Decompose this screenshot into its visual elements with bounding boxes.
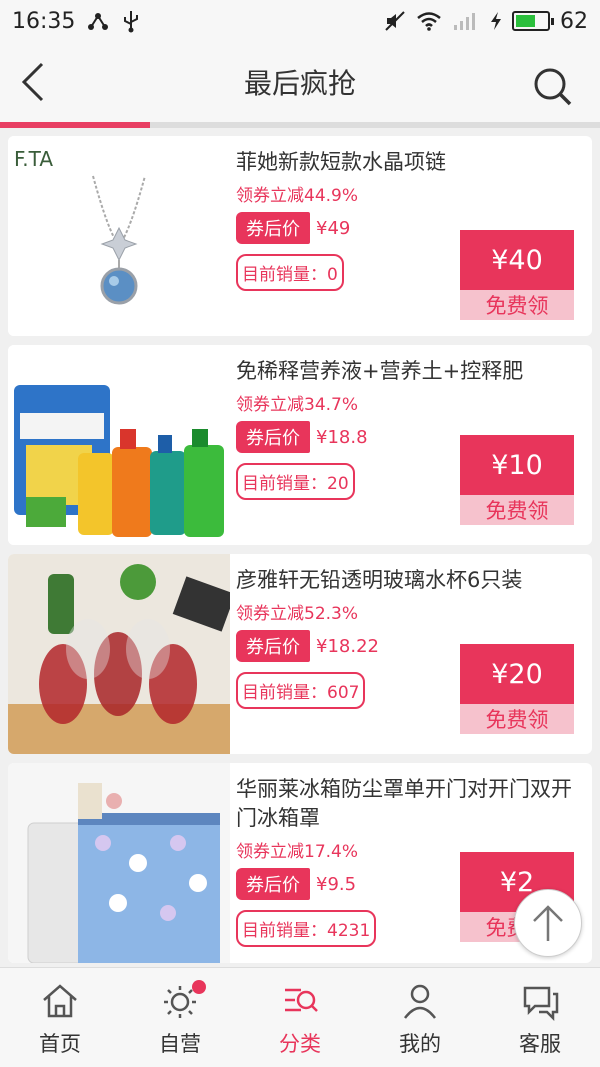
tab-label: 我的 (399, 1032, 441, 1056)
after-coupon-label: 券后价 (236, 421, 310, 453)
after-coupon-price: ¥18.8 (316, 426, 368, 448)
mute-icon (385, 11, 405, 31)
battery-icon (512, 11, 554, 31)
product-image-glass-cups[interactable] (8, 554, 230, 754)
sales-count: 目前销量：20 (236, 463, 355, 500)
product-image-fertilizer[interactable] (8, 345, 230, 545)
tab-mine[interactable]: 我的 (360, 968, 480, 1067)
coupon-discount-text: 领券立减34.7% (236, 395, 359, 415)
coupon-amount: ¥20 (456, 644, 574, 704)
bottom-tab-bar: 首页 自营 分类 我的 客服 (0, 967, 600, 1067)
coupon-discount-text: 领券立减52.3% (236, 604, 359, 624)
sales-count: 目前销量：607 (236, 672, 366, 709)
after-coupon-price: ¥18.22 (316, 635, 379, 657)
tab-label: 客服 (519, 1032, 561, 1056)
product-card[interactable]: 华丽莱冰箱防尘罩单开门对开门双开门冰箱罩 领券立减17.4% 券后价 ¥9.5 … (8, 763, 592, 963)
status-bar: 16:35 62 (0, 0, 600, 42)
coupon-button[interactable]: ¥20 免费领 (456, 644, 574, 734)
back-icon[interactable] (16, 60, 52, 104)
product-image-fridge-cover[interactable] (8, 763, 230, 963)
notification-badge (192, 980, 206, 994)
after-coupon-price: ¥49 (316, 217, 351, 239)
coupon-button[interactable]: ¥10 免费领 (456, 435, 574, 525)
product-card[interactable]: 彦雅轩无铅透明玻璃水杯6只装 领券立减52.3% 券后价 ¥18.22 目前销量… (8, 554, 592, 754)
header: 最后疯抢 (0, 42, 600, 122)
share-icon (88, 13, 109, 30)
scroll-progress-bar (0, 122, 600, 128)
product-image-necklace[interactable]: F.TA (8, 136, 230, 336)
tab-label: 分类 (279, 1032, 321, 1056)
product-title[interactable]: 免稀释营养液+营养土+控释肥 (236, 357, 584, 386)
tab-category[interactable]: 分类 (240, 968, 360, 1067)
after-coupon-label: 券后价 (236, 868, 310, 900)
after-coupon-label: 券后价 (236, 630, 310, 662)
tab-label: 自营 (159, 1032, 201, 1056)
after-coupon-price: ¥9.5 (316, 873, 357, 895)
tab-home[interactable]: 首页 (0, 968, 120, 1067)
brand-logo: F.TA (14, 147, 53, 171)
product-title[interactable]: 菲她新款短款水晶项链 (236, 148, 584, 177)
product-title[interactable]: 华丽莱冰箱防尘罩单开门对开门双开门冰箱罩 (236, 775, 584, 833)
coupon-free-label: 免费领 (460, 290, 574, 320)
coupon-discount-text: 领券立减44.9% (236, 186, 359, 206)
after-coupon-label: 券后价 (236, 212, 310, 244)
user-icon (404, 984, 436, 1019)
arrow-up-icon (533, 905, 563, 941)
tab-label: 首页 (39, 1032, 81, 1056)
charging-icon (491, 12, 501, 30)
coupon-button[interactable]: ¥40 免费领 (456, 230, 574, 320)
signal-icon (454, 13, 475, 30)
coupon-amount: ¥10 (456, 435, 574, 495)
coupon-amount: ¥40 (456, 230, 574, 290)
product-card[interactable]: F.TA 菲她新款短款水晶项链 领券立减44.9% 券后价 ¥49 目前销量：0… (8, 136, 592, 336)
search-icon[interactable] (532, 66, 574, 108)
category-icon (285, 988, 318, 1012)
sales-count: 目前销量：0 (236, 254, 344, 291)
product-card[interactable]: 免稀释营养液+营养土+控释肥 领券立减34.7% 券后价 ¥18.8 目前销量：… (8, 345, 592, 545)
tab-customer-service[interactable]: 客服 (480, 968, 600, 1067)
product-title[interactable]: 彦雅轩无铅透明玻璃水杯6只装 (236, 566, 584, 595)
coupon-free-label: 免费领 (460, 495, 574, 525)
home-icon (43, 984, 77, 1018)
battery-percent: 62 (560, 8, 588, 34)
status-time: 16:35 (12, 8, 76, 34)
wifi-icon (417, 12, 441, 31)
coupon-free-label: 免费领 (460, 704, 574, 734)
page-title: 最后疯抢 (243, 67, 356, 100)
back-to-top-button[interactable] (514, 889, 582, 957)
tab-self-operated[interactable]: 自营 (120, 968, 240, 1067)
chat-icon (523, 986, 559, 1022)
sales-count: 目前销量：4231 (236, 910, 377, 947)
usb-icon (124, 11, 139, 33)
